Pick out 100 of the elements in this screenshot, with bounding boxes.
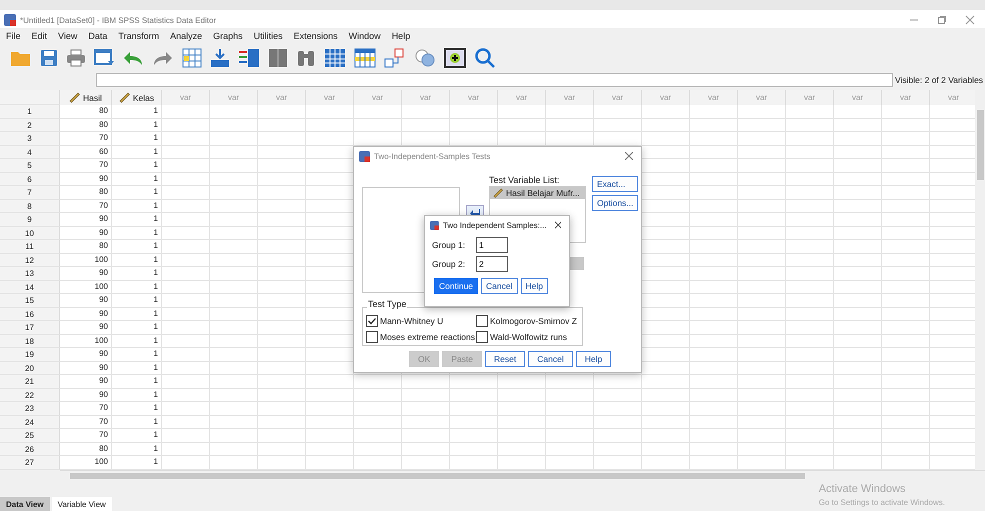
go-to-case-icon[interactable] bbox=[182, 48, 202, 68]
menu-item[interactable]: Analyze bbox=[170, 31, 202, 41]
row-number[interactable]: 27 bbox=[0, 456, 60, 470]
row-number[interactable]: 11 bbox=[0, 240, 60, 254]
row-number[interactable]: 16 bbox=[0, 308, 60, 321]
dialog-button[interactable]: Cancel bbox=[481, 278, 518, 294]
table-cell bbox=[882, 348, 930, 362]
row-number[interactable]: 14 bbox=[0, 280, 60, 294]
table-cell bbox=[738, 294, 786, 308]
row-number[interactable]: 20 bbox=[0, 362, 60, 375]
menu-item[interactable]: Transform bbox=[118, 31, 160, 41]
row-number[interactable]: 12 bbox=[0, 254, 60, 267]
dialog-button[interactable]: Options... bbox=[592, 195, 638, 211]
row-number[interactable]: 15 bbox=[0, 294, 60, 308]
table-cell bbox=[258, 186, 306, 200]
insert-variable-icon[interactable] bbox=[238, 48, 260, 68]
value-labels-icon[interactable] bbox=[384, 48, 406, 68]
table-cell bbox=[690, 118, 738, 132]
save-icon[interactable] bbox=[40, 49, 58, 67]
menu-item[interactable]: File bbox=[6, 31, 21, 41]
row-number[interactable]: 13 bbox=[0, 267, 60, 280]
row-number[interactable]: 17 bbox=[0, 321, 60, 334]
menu-item[interactable]: Graphs bbox=[213, 31, 243, 41]
view-tab[interactable]: Variable View bbox=[52, 497, 112, 511]
split-file-icon[interactable] bbox=[268, 48, 288, 68]
menu-item[interactable]: Edit bbox=[32, 31, 48, 41]
menu-item[interactable]: Window bbox=[348, 31, 381, 41]
select-cases-icon[interactable] bbox=[444, 48, 466, 68]
menu-item[interactable]: Help bbox=[392, 31, 410, 41]
row-number[interactable]: 7 bbox=[0, 186, 60, 200]
close-icon[interactable] bbox=[554, 221, 561, 229]
checkbox[interactable] bbox=[476, 315, 488, 327]
table-cell bbox=[690, 186, 738, 200]
input-field[interactable]: 2 bbox=[476, 256, 508, 272]
row-number[interactable]: 19 bbox=[0, 348, 60, 362]
circles-icon[interactable] bbox=[414, 48, 436, 68]
table-cell bbox=[162, 226, 210, 240]
table-cell bbox=[402, 388, 450, 402]
dialog-button[interactable]: Exact... bbox=[592, 176, 638, 192]
table-cell: 1 bbox=[112, 213, 162, 226]
row-number[interactable]: 24 bbox=[0, 416, 60, 429]
dialog-button[interactable]: Reset bbox=[485, 351, 526, 367]
row-number[interactable]: 4 bbox=[0, 146, 60, 159]
row-number[interactable]: 21 bbox=[0, 375, 60, 388]
menu-item[interactable]: View bbox=[58, 31, 78, 41]
insert-cases-icon[interactable] bbox=[210, 48, 230, 68]
menu-item[interactable]: Data bbox=[88, 31, 108, 41]
table-cell bbox=[690, 294, 738, 308]
table-cell: 60 bbox=[60, 146, 112, 159]
undo-icon[interactable] bbox=[122, 50, 144, 66]
row-number[interactable]: 5 bbox=[0, 159, 60, 172]
dialog-button[interactable]: Continue bbox=[434, 278, 478, 294]
row-number[interactable]: 10 bbox=[0, 226, 60, 240]
redo-icon[interactable] bbox=[152, 50, 174, 66]
table-cell bbox=[786, 348, 834, 362]
row-number[interactable]: 18 bbox=[0, 334, 60, 348]
checkbox[interactable] bbox=[366, 331, 378, 343]
table-cell bbox=[690, 146, 738, 159]
table-cell bbox=[594, 416, 642, 429]
table-cell: 80 bbox=[60, 118, 112, 132]
checkbox[interactable] bbox=[366, 315, 378, 327]
row-number[interactable]: 9 bbox=[0, 213, 60, 226]
table-cell bbox=[738, 348, 786, 362]
table-cell bbox=[354, 118, 402, 132]
row-number[interactable]: 25 bbox=[0, 429, 60, 442]
table-cell bbox=[162, 348, 210, 362]
menu-item[interactable]: Extensions bbox=[294, 31, 338, 41]
checkbox[interactable] bbox=[476, 331, 488, 343]
search-icon[interactable] bbox=[474, 47, 496, 69]
row-number[interactable]: 22 bbox=[0, 388, 60, 402]
table-cell bbox=[306, 416, 354, 429]
table-cell bbox=[210, 118, 258, 132]
table-cell bbox=[258, 321, 306, 334]
row-number[interactable]: 3 bbox=[0, 132, 60, 146]
row-number[interactable]: 2 bbox=[0, 118, 60, 132]
printer-icon[interactable] bbox=[66, 49, 86, 67]
column-header[interactable]: Kelas bbox=[112, 90, 162, 105]
restore-icon[interactable] bbox=[937, 15, 947, 25]
vertical-scrollbar[interactable] bbox=[975, 90, 985, 470]
table-cell bbox=[210, 442, 258, 456]
dialog-recall-icon[interactable] bbox=[94, 49, 114, 67]
view-tab[interactable]: Data View bbox=[0, 497, 50, 511]
input-field[interactable]: 1 bbox=[476, 237, 508, 253]
row-number[interactable]: 8 bbox=[0, 200, 60, 213]
row-number[interactable]: 6 bbox=[0, 172, 60, 186]
table-cell bbox=[738, 267, 786, 280]
table-icon[interactable] bbox=[354, 48, 376, 68]
horizontal-scrollbar[interactable] bbox=[60, 470, 985, 481]
table-cell: 70 bbox=[60, 416, 112, 429]
menu-item[interactable]: Utilities bbox=[254, 31, 283, 41]
list-item[interactable]: Hasil Belajar Mufr... bbox=[490, 187, 585, 199]
dialog-button[interactable]: Help bbox=[520, 278, 548, 294]
cell-editor-field[interactable] bbox=[96, 73, 893, 87]
row-number[interactable]: 23 bbox=[0, 402, 60, 416]
dialog-button[interactable]: Help bbox=[576, 351, 612, 367]
row-number[interactable]: 26 bbox=[0, 442, 60, 456]
column-header[interactable]: Hasil bbox=[60, 90, 112, 105]
dialog-button[interactable]: Cancel bbox=[528, 351, 573, 367]
row-number[interactable]: 1 bbox=[0, 105, 60, 118]
binoculars-icon[interactable] bbox=[296, 48, 316, 68]
